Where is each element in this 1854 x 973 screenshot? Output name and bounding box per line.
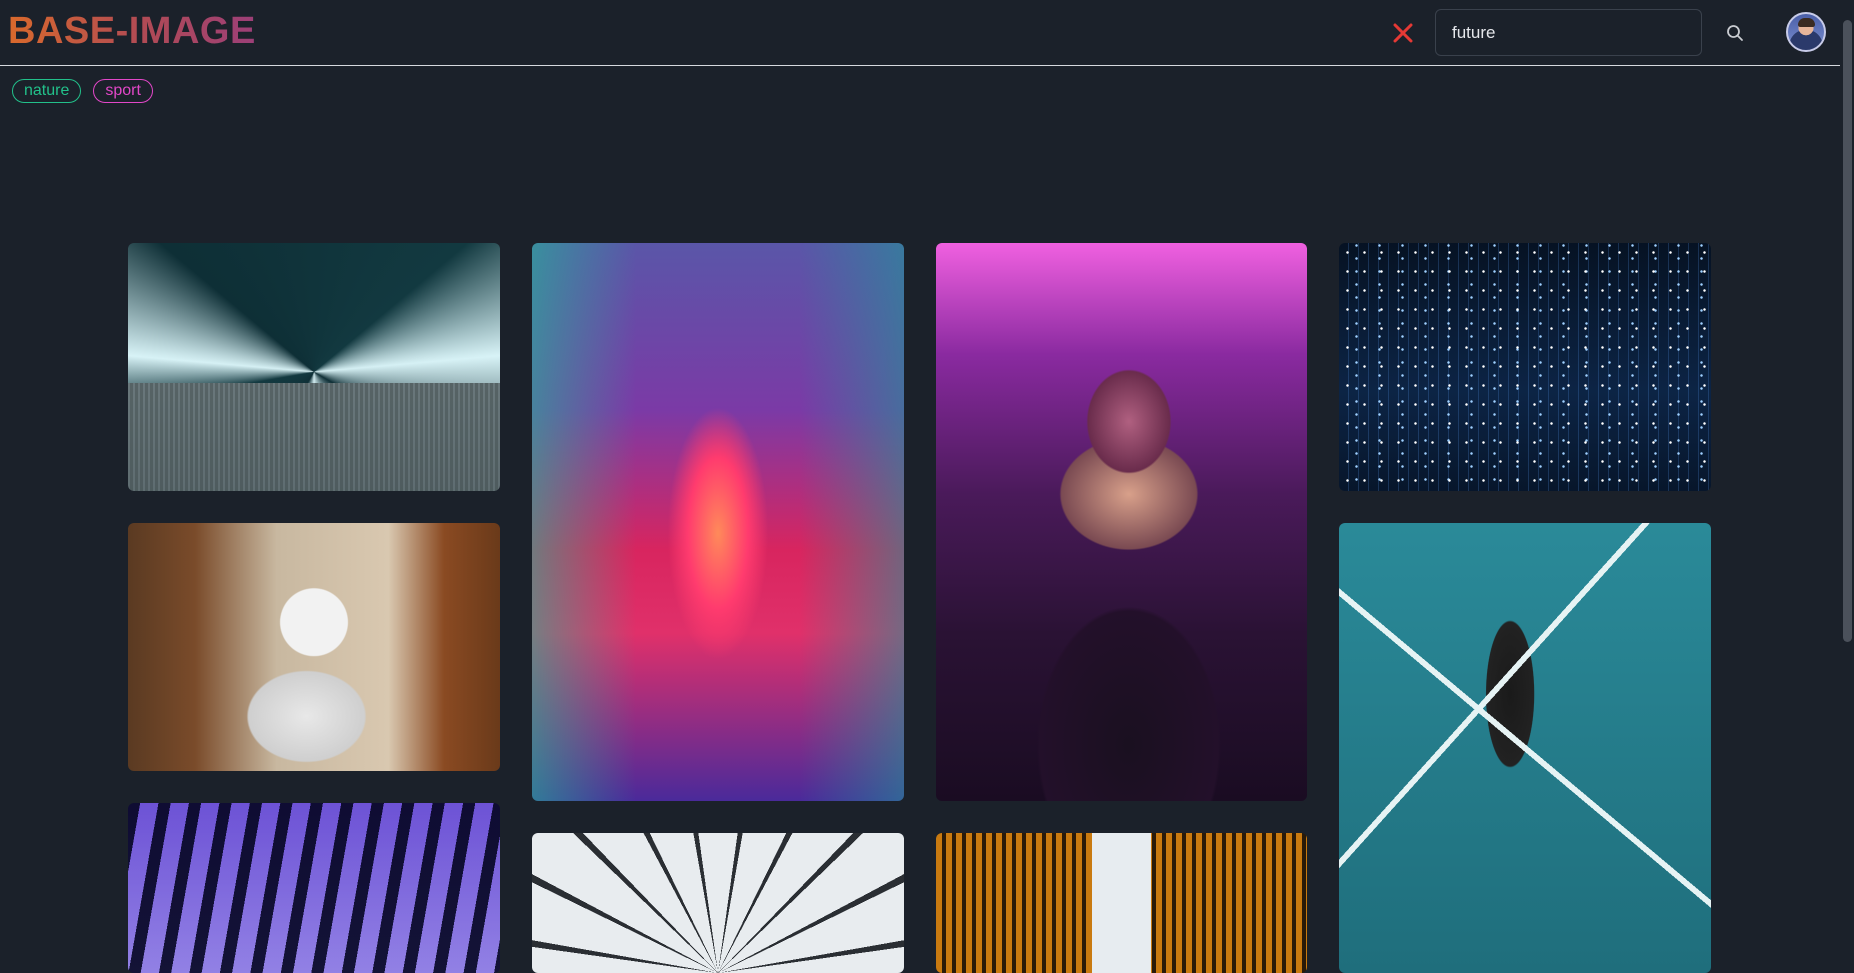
tag-list: nature sport [12,79,153,103]
clear-search-button[interactable] [1388,16,1418,50]
photo-neon-corridor[interactable] [532,243,904,801]
top-bar: BASE-IMAGE [0,0,1840,66]
scrollbar-thumb[interactable] [1843,20,1852,642]
close-icon [1393,23,1413,43]
photo-geometric-dome[interactable] [532,833,904,973]
photo-white-robot[interactable] [128,523,500,771]
vertical-scrollbar[interactable] [1841,0,1854,961]
logo[interactable]: BASE-IMAGE [8,10,256,53]
tag-sport[interactable]: sport [93,79,153,103]
search-input[interactable] [1435,9,1702,56]
photo-man-with-futuristic-glasses[interactable] [936,243,1307,801]
photo-purple-tunnel[interactable] [128,803,500,973]
photo-vr-headset-person[interactable] [1339,523,1711,973]
tag-nature[interactable]: nature [12,79,82,103]
photo-starry-installation[interactable] [1339,243,1711,491]
photo-golden-buildings[interactable] [936,833,1307,973]
user-avatar[interactable] [1786,12,1826,52]
photo-escalator-light-trails[interactable] [128,243,500,491]
search-button[interactable] [1720,18,1750,48]
search-icon [1727,25,1743,41]
